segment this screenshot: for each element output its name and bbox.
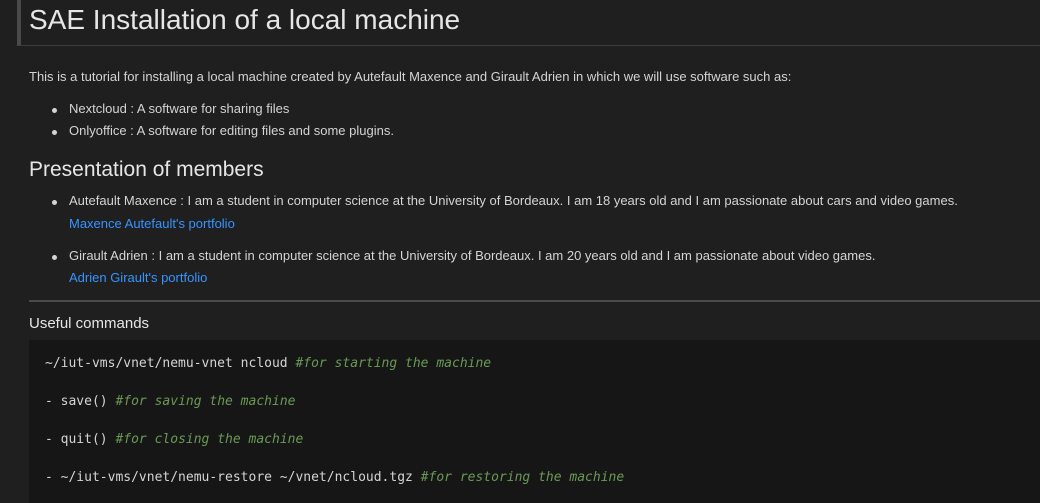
- code-comment: #for saving the machine: [115, 394, 296, 409]
- code-block: ~/iut-vms/vnet/nemu-vnet ncloud #for sta…: [29, 340, 1040, 503]
- code-line: - save() #for saving the machine: [45, 394, 295, 409]
- code-comment: #for restoring the machine: [420, 470, 625, 485]
- member-description: Girault Adrien : I am a student in compu…: [69, 248, 876, 263]
- member-description: Autefault Maxence : I am a student in co…: [69, 193, 958, 208]
- member-item: Girault Adrien : I am a student in compu…: [52, 248, 875, 263]
- section-divider: [29, 300, 1040, 302]
- portfolio-link-adrien[interactable]: Adrien Girault's portfolio: [69, 270, 207, 285]
- code-text: - quit(): [45, 432, 116, 447]
- code-line: - quit() #for closing the machine: [45, 432, 303, 447]
- markdown-preview: SAE Installation of a local machine This…: [0, 0, 1040, 503]
- list-item-text: Onlyoffice : A software for editing file…: [69, 123, 394, 138]
- list-item: Nextcloud : A software for sharing files: [52, 101, 289, 116]
- list-item: Onlyoffice : A software for editing file…: [52, 123, 394, 138]
- code-comment: #for closing the machine: [115, 432, 304, 447]
- members-heading: Presentation of members: [29, 158, 264, 181]
- code-line: - ~/iut-vms/vnet/nemu-restore ~/vnet/ncl…: [45, 470, 624, 485]
- intro-paragraph: This is a tutorial for installing a loca…: [29, 69, 792, 84]
- page-title: SAE Installation of a local machine: [29, 4, 461, 35]
- list-item-text: Nextcloud : A software for sharing files: [69, 101, 290, 116]
- code-text: ~/iut-vms/vnet/nemu-vnet ncloud: [45, 356, 296, 371]
- title-block: SAE Installation of a local machine: [17, 0, 1040, 46]
- code-line: ~/iut-vms/vnet/nemu-vnet ncloud #for sta…: [45, 356, 491, 371]
- commands-heading: Useful commands: [29, 315, 150, 332]
- code-comment: #for starting the machine: [295, 356, 492, 371]
- code-text: - ~/iut-vms/vnet/nemu-restore ~/vnet/ncl…: [45, 470, 421, 485]
- portfolio-link-maxence[interactable]: Maxence Autefault's portfolio: [69, 216, 235, 231]
- code-text: - save(): [45, 394, 116, 409]
- member-item: Autefault Maxence : I am a student in co…: [52, 193, 958, 208]
